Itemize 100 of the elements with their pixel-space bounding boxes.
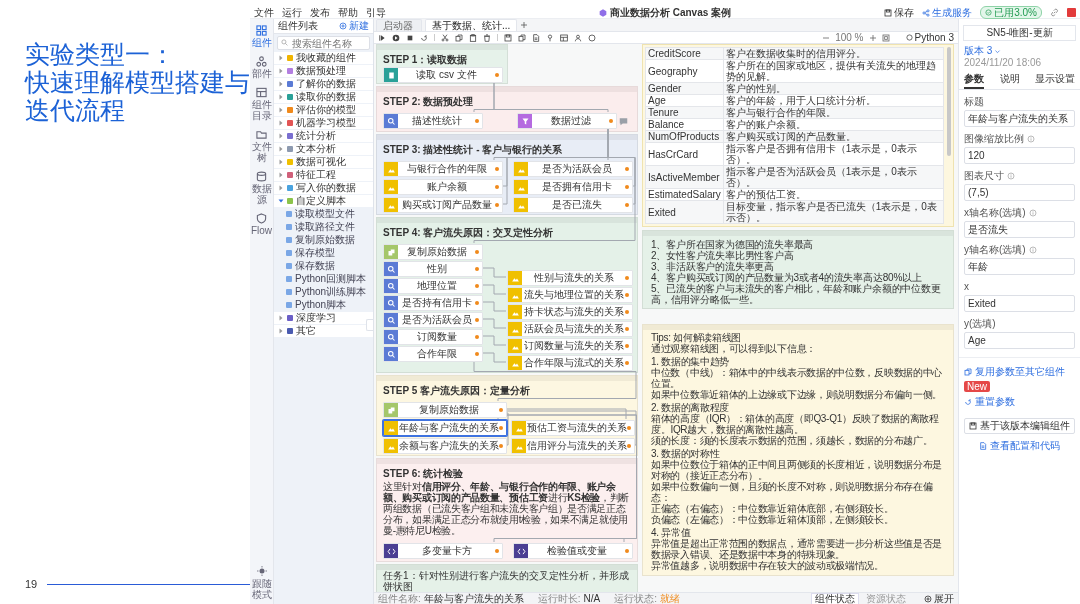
canvas-node[interactable]: 检验值或变量 (513, 543, 633, 559)
tab[interactable]: 显示设置 (1035, 73, 1075, 89)
canvas-node[interactable]: 信用评分与流失的关系 (511, 438, 635, 454)
edit-button[interactable]: 基于该版本编辑组件 (964, 418, 1075, 434)
canvas-node[interactable]: 账户余额 (383, 179, 503, 195)
tree-item[interactable]: 机器学习模型 (274, 117, 373, 129)
menu-item[interactable]: 文件 (254, 6, 274, 19)
canvas-node[interactable]: 与银行合作的年限 (383, 161, 503, 177)
tree-item[interactable]: 我收藏的组件 (274, 52, 373, 64)
version-dropdown[interactable]: 版本 3 (964, 45, 1002, 57)
cut-icon[interactable] (441, 33, 449, 42)
code-link[interactable]: 查看配置和代码 (959, 440, 1080, 452)
search-field[interactable]: 搜索组件名称 (277, 36, 370, 50)
input-field[interactable]: Age (964, 332, 1075, 349)
pin-icon[interactable] (546, 33, 554, 42)
refresh-icon[interactable] (420, 33, 428, 42)
tree-item[interactable]: 读取你的数据 (274, 91, 373, 103)
canvas-node[interactable]: 持卡状态与流失的关系 (507, 304, 633, 320)
menu-item[interactable]: 运行 (282, 6, 302, 19)
expand-button[interactable]: 展开 (924, 593, 954, 604)
canvas-node[interactable]: 是否为活跃会员 (513, 161, 633, 177)
menu-item[interactable]: 帮助 (338, 6, 358, 19)
duplicate-icon[interactable] (518, 33, 526, 42)
tree-item[interactable]: Python脚本 (274, 299, 373, 311)
canvas-node[interactable]: 年龄与客户流失的关系 (383, 420, 507, 436)
panel-link[interactable]: 重置参数 (964, 396, 1075, 408)
rail-item[interactable]: 部件 (250, 56, 273, 79)
publish-button[interactable]: 生成服务 (922, 6, 973, 19)
save-icon[interactable] (504, 33, 512, 42)
tab[interactable]: 参数 (964, 73, 984, 89)
rail-item[interactable]: 组件目录 (250, 87, 273, 121)
tree-item[interactable]: 了解你的数据 (274, 78, 373, 90)
rail-item[interactable]: 组件 (250, 25, 273, 48)
plus-icon[interactable] (868, 33, 877, 42)
plus-icon[interactable] (520, 21, 529, 29)
input-field[interactable]: 年龄与客户流失的关系 (964, 110, 1075, 127)
scrollbar[interactable] (947, 47, 951, 156)
collapse-handle[interactable] (366, 319, 373, 331)
document-icon[interactable] (532, 33, 540, 42)
canvas-node[interactable]: 订阅数量 (383, 329, 483, 345)
tab[interactable]: 基于数据、统计... (425, 19, 518, 31)
tab[interactable]: 启动器 (376, 19, 422, 31)
tree-item[interactable]: 数据可视化 (274, 156, 373, 168)
tree-item[interactable]: 文本分析 (274, 143, 373, 155)
tree-item[interactable]: 复制原始数据 (274, 234, 373, 246)
input-field[interactable]: 年龄 (964, 258, 1075, 275)
tree-item[interactable]: 自定义脚本 (274, 195, 373, 207)
tree-item[interactable]: Python训练脚本 (274, 286, 373, 298)
kernel-status[interactable]: Python 3 (905, 32, 954, 43)
canvas-node[interactable]: 合作年限 (383, 346, 483, 362)
tree-item[interactable]: 深度学习 (274, 312, 373, 324)
stop-icon[interactable] (406, 33, 414, 42)
canvas-node[interactable]: 多变量卡方 (383, 543, 503, 559)
input-field[interactable]: 是否流失 (964, 221, 1075, 238)
canvas-node[interactable]: 流失与地理位置的关系 (507, 287, 633, 303)
tree-item[interactable]: Python回测脚本 (274, 273, 373, 285)
paste-icon[interactable] (469, 33, 477, 42)
canvas-node[interactable]: 复制原始数据 (383, 402, 507, 418)
status-tab[interactable]: 组件状态 (811, 592, 859, 604)
menu-item[interactable]: 发布 (310, 6, 330, 19)
tree-item[interactable]: 评估你的模型 (274, 104, 373, 116)
canvas-node[interactable]: 描述性统计 (383, 113, 483, 129)
canvas-node[interactable]: 读取 csv 文件 (383, 67, 503, 83)
canvas-node[interactable]: 合作年限与流式的关系 (507, 355, 633, 371)
tree-item[interactable]: 写入你的数据 (274, 182, 373, 194)
rail-item[interactable]: 文件树 (250, 129, 273, 163)
canvas-node[interactable]: 购买或订阅产品数量 (383, 197, 503, 213)
canvas-node[interactable]: 是否拥有信用卡 (513, 179, 633, 195)
canvas-node[interactable]: 活跃会员与流失的关系 (507, 321, 633, 337)
canvas-node[interactable]: 性别 (383, 261, 483, 277)
step-icon[interactable] (378, 33, 386, 42)
canvas-node[interactable]: 性别与流失的关系 (507, 270, 633, 286)
rail-item[interactable]: 数据源 (250, 171, 273, 205)
input-field[interactable]: (7,5) (964, 184, 1075, 201)
tree-item[interactable]: 保存模型 (274, 247, 373, 259)
canvas-node[interactable]: 是否为活跃会员 (383, 312, 483, 328)
tree-item[interactable]: 其它 (274, 325, 373, 337)
copy-icon[interactable] (455, 33, 463, 42)
canvas-node[interactable]: 订阅数量与流失的关系 (507, 338, 633, 354)
tab[interactable]: 说明 (999, 73, 1020, 89)
new-link[interactable]: 新建 (339, 19, 369, 33)
tree-item[interactable]: 读取路径文件 (274, 221, 373, 233)
save-button[interactable]: 保存 (884, 6, 915, 19)
user-icon[interactable] (574, 33, 582, 42)
canvas-node[interactable]: 地理位置 (383, 278, 483, 294)
link-icon[interactable] (1050, 8, 1059, 17)
canvas-node[interactable]: 是否已流失 (513, 197, 633, 213)
canvas-node[interactable]: 是否持有信用卡 (383, 295, 483, 311)
tree-item[interactable]: 特征工程 (274, 169, 373, 181)
run-all-icon[interactable] (392, 33, 400, 42)
input-field[interactable]: Exited (964, 295, 1075, 312)
menu-item[interactable]: 引导 (366, 6, 386, 19)
tree-item[interactable]: 保存数据 (274, 260, 373, 272)
canvas-node[interactable]: 余额与客户流失的关系 (383, 438, 507, 454)
tree-item[interactable]: 统计分析 (274, 130, 373, 142)
canvas-node[interactable]: 预估工资与流失的关系 (511, 420, 635, 436)
fit-icon[interactable] (881, 33, 890, 42)
table-icon[interactable] (560, 33, 568, 42)
tree-item[interactable]: 读取模型文件 (274, 208, 373, 220)
delete-icon[interactable] (483, 33, 491, 42)
